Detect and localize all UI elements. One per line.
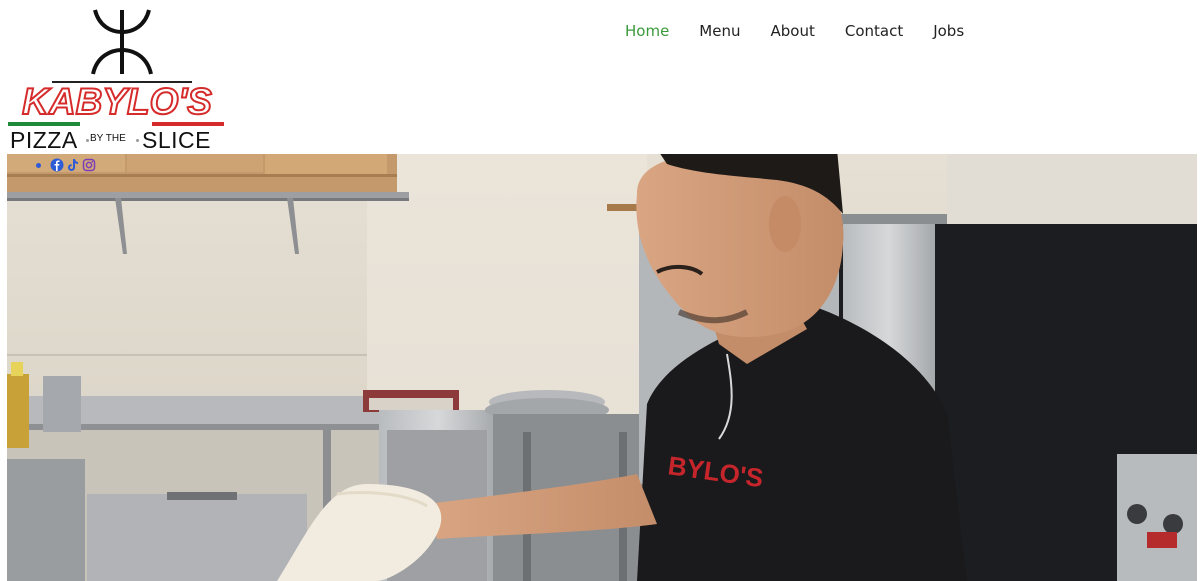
nav-jobs[interactable]: Jobs — [933, 20, 964, 42]
logo-dot — [86, 139, 89, 142]
logo-dot — [136, 139, 139, 142]
hero-video[interactable]: BYLO'S — [7, 154, 1197, 581]
nav-contact[interactable]: Contact — [845, 20, 903, 42]
nav-menu[interactable]: Menu — [699, 20, 740, 42]
nav-about[interactable]: About — [770, 20, 814, 42]
chef-tossing-pizza-dough-photo: BYLO'S — [7, 154, 1197, 581]
logo-pizza: PIZZA — [10, 127, 78, 153]
tiktok-icon[interactable] — [66, 158, 80, 172]
bullet-dot — [36, 162, 41, 168]
logo-slice: SLICE — [142, 127, 211, 153]
logo-by-the: BY THE — [90, 133, 126, 144]
yaz-symbol-icon — [91, 9, 153, 75]
social-links — [36, 158, 98, 172]
instagram-icon[interactable] — [82, 158, 96, 172]
site-header: KABYLO'S PIZZA BY THE SLICE Home Menu Ab… — [0, 0, 1200, 154]
main-nav: Home Menu About Contact Jobs — [610, 20, 979, 42]
nav-home[interactable]: Home — [625, 20, 669, 42]
facebook-icon[interactable] — [50, 158, 64, 172]
kabylos-logo[interactable]: KABYLO'S PIZZA BY THE SLICE — [6, 4, 228, 153]
logo-name: KABYLO'S — [21, 81, 213, 122]
